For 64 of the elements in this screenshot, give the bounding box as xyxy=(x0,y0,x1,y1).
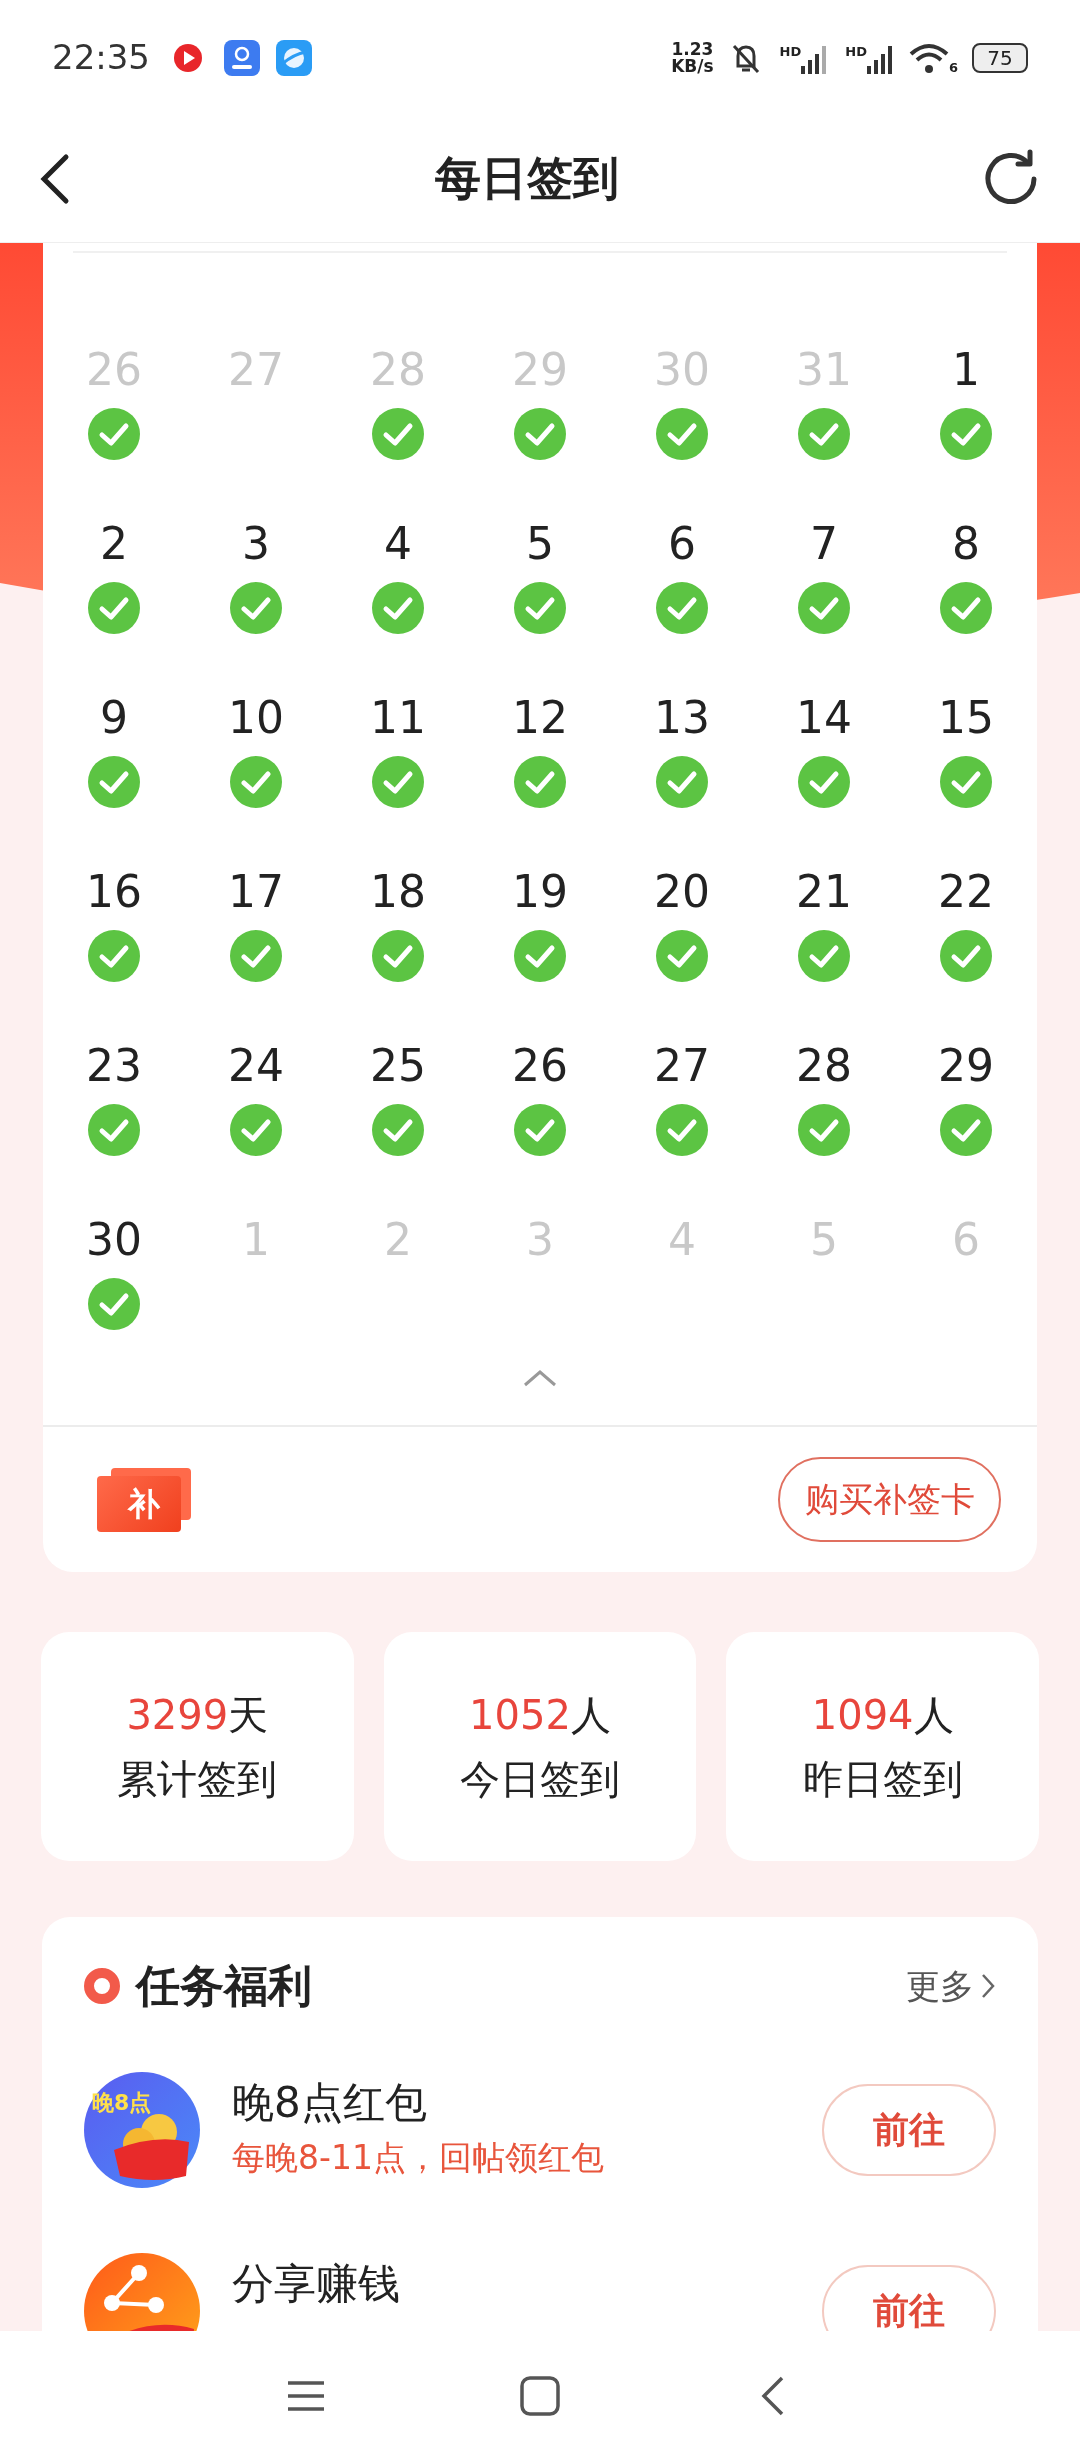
more-link[interactable]: 更多 xyxy=(906,1960,996,2012)
calendar-day[interactable]: 3 xyxy=(242,514,270,574)
calendar-day[interactable]: 28 xyxy=(796,1036,852,1096)
calendar-day[interactable]: 16 xyxy=(86,862,142,922)
calendar-day[interactable]: 4 xyxy=(384,514,412,574)
calendar-day[interactable]: 24 xyxy=(228,1036,284,1096)
stat-value: 3299 xyxy=(126,1690,229,1740)
wifi-label: 6 xyxy=(948,60,958,74)
net-speed: 1.23 xyxy=(671,40,714,58)
task-title: 分享赚钱 xyxy=(232,2258,401,2310)
calendar-day[interactable]: 14 xyxy=(796,688,852,748)
calendar-day[interactable]: 27 xyxy=(654,1036,710,1096)
stat-unit: 天 xyxy=(228,1690,269,1740)
stat-label: 今日签到 xyxy=(460,1754,620,1804)
calendar-day[interactable]: 9 xyxy=(100,688,128,748)
calendar-day[interactable]: 25 xyxy=(370,1036,426,1096)
status-time: 22:35 xyxy=(52,36,150,79)
stat-label: 昨日签到 xyxy=(802,1754,963,1804)
net-speed-unit: KB/s xyxy=(671,57,714,75)
task-subtitle: 每晚8-11点，回帖领红包 xyxy=(232,2137,605,2179)
chevron-icon xyxy=(980,1972,996,2000)
video-app-icon xyxy=(172,41,204,74)
section-dot-icon xyxy=(84,1968,120,2004)
calendar-day[interactable]: 23 xyxy=(86,1036,142,1096)
app-icon xyxy=(224,39,260,76)
stat-label: 累计签到 xyxy=(117,1754,278,1804)
stat-value: 1052 xyxy=(469,1690,571,1740)
network-label: HD xyxy=(845,44,867,58)
stat-unit: 人 xyxy=(913,1690,954,1740)
network-label: HD xyxy=(779,44,802,58)
calendar-day[interactable]: 21 xyxy=(796,862,852,922)
task-title: 晚8点红包 xyxy=(232,2077,428,2129)
calendar-day[interactable]: 2 xyxy=(100,514,128,574)
calendar-day[interactable]: 11 xyxy=(370,688,426,748)
calendar-day[interactable]: 22 xyxy=(938,862,994,922)
stat-value: 1094 xyxy=(811,1690,914,1740)
section-title: 任务福利 xyxy=(136,1959,312,2013)
calendar-day[interactable]: 6 xyxy=(668,514,696,574)
calendar-day[interactable]: 20 xyxy=(654,862,710,922)
go-button[interactable]: 前往 xyxy=(822,2084,996,2176)
calendar-day[interactable]: 26 xyxy=(512,1036,568,1096)
calendar-day[interactable]: 10 xyxy=(228,688,284,748)
calendar-day[interactable]: 18 xyxy=(370,862,426,922)
stat-unit: 人 xyxy=(570,1690,611,1740)
calendar-day[interactable]: 29 xyxy=(938,1036,994,1096)
calendar-day[interactable]: 17 xyxy=(228,862,284,922)
collapse-icon[interactable] xyxy=(522,1367,558,1388)
battery-icon: 75 xyxy=(972,42,1028,73)
calendar-day[interactable]: 15 xyxy=(938,688,994,748)
browser-app-icon xyxy=(276,39,312,76)
calendar-day[interactable]: 1 xyxy=(952,340,980,400)
buy-makeup-card-button[interactable]: 购买补签卡 xyxy=(778,1457,1001,1542)
envelope-coins-icon xyxy=(84,2072,200,2188)
page-title: 每日签到 xyxy=(435,150,619,207)
wifi-icon xyxy=(908,41,949,74)
calendar-day[interactable]: 5 xyxy=(526,514,554,574)
calendar-day[interactable]: 7 xyxy=(810,514,838,574)
calendar-day[interactable]: 8 xyxy=(952,514,980,574)
icon-label: 晚8点 xyxy=(92,2092,152,2114)
calendar-day[interactable]: 19 xyxy=(512,862,568,922)
calendar-day[interactable]: 12 xyxy=(512,688,568,748)
calendar-day[interactable]: 13 xyxy=(654,688,710,748)
home-icon[interactable] xyxy=(518,2373,562,2418)
calendar-day[interactable]: 30 xyxy=(86,1210,142,1270)
